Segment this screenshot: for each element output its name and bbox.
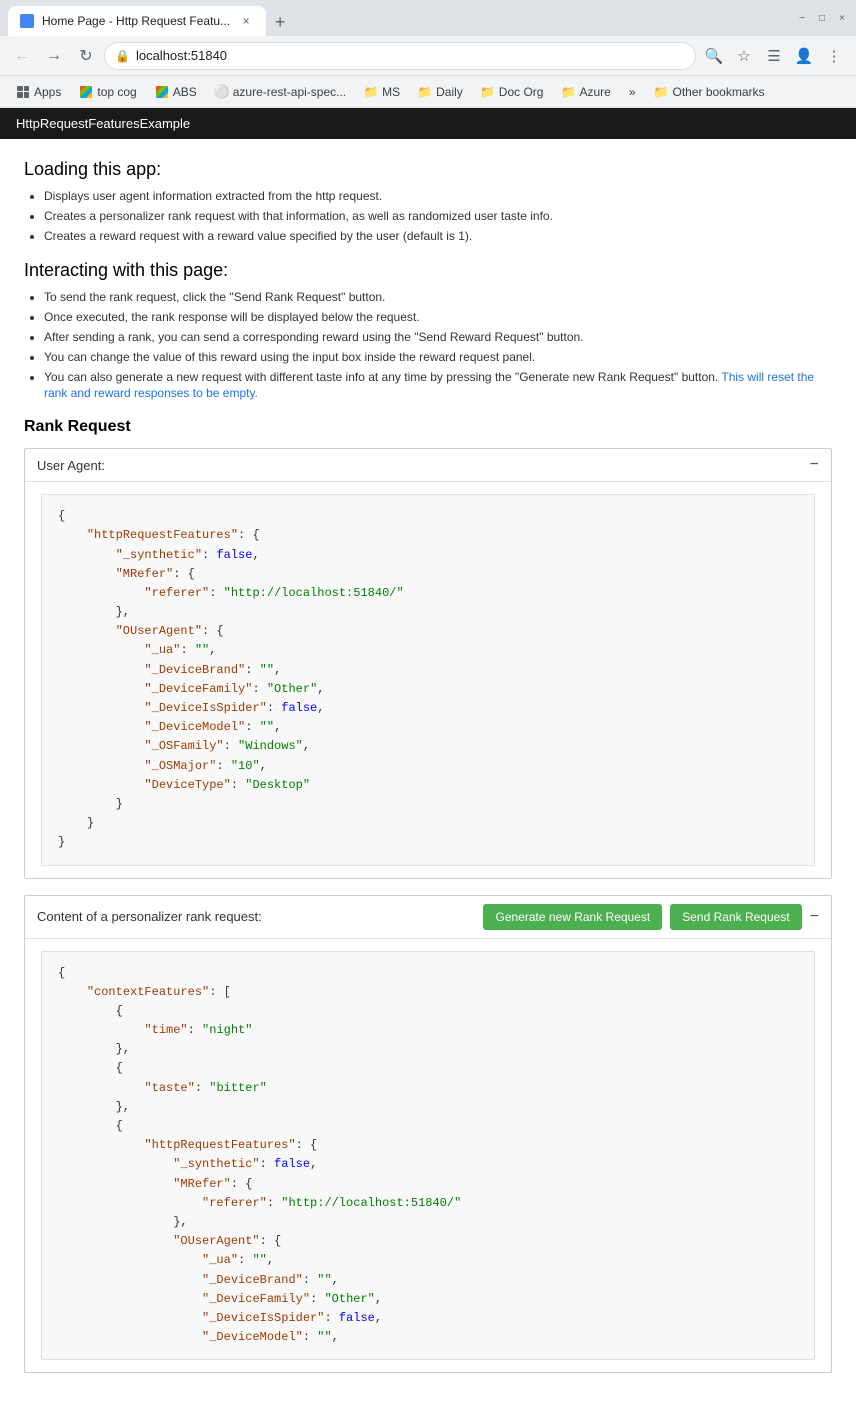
doc-org-folder-icon: 📁 [481, 85, 495, 99]
bookmark-github[interactable]: ⚪ azure-rest-api-spec... [207, 83, 354, 101]
bookmark-daily-label: Daily [436, 85, 463, 99]
daily-folder-icon: 📁 [418, 85, 432, 99]
content-label: Content of a personalizer rank request: [37, 909, 262, 924]
tab-bar: Home Page - Http Request Featu... × + [8, 0, 792, 36]
apps-grid-icon [16, 85, 30, 99]
loading-item-2: Creates a personalizer rank request with… [44, 208, 832, 225]
loading-item-1: Displays user agent information extracte… [44, 188, 832, 205]
loading-item-3: Creates a reward request with a reward v… [44, 228, 832, 245]
bookmark-azure-label: Azure [579, 85, 610, 99]
bookmark-top-cog[interactable]: top cog [71, 83, 144, 101]
maximize-btn[interactable]: □ [816, 12, 828, 24]
bookmark-apps-label: Apps [34, 85, 61, 99]
abs-icon [155, 85, 169, 99]
back-btn[interactable]: ← [8, 42, 36, 70]
forward-btn[interactable]: → [40, 42, 68, 70]
user-agent-label: User Agent: [37, 458, 105, 473]
rank-request-panel-body: { "contextFeatures": [ { "time": "night"… [25, 938, 831, 1373]
user-agent-panel-body: { "httpRequestFeatures": { "_synthetic":… [25, 481, 831, 877]
menu-btn[interactable]: ⋮ [820, 42, 848, 70]
bookmark-daily[interactable]: 📁 Daily [410, 83, 471, 101]
user-agent-code-block: { "httpRequestFeatures": { "_synthetic":… [41, 494, 815, 865]
loading-title: Loading this app: [24, 159, 832, 180]
reading-list-btn[interactable]: ☰ [760, 42, 788, 70]
panel-header-actions: Generate new Rank Request Send Rank Requ… [483, 904, 819, 930]
bookmark-other[interactable]: 📁 Other bookmarks [646, 83, 773, 101]
page-content: Loading this app: Displays user agent in… [0, 139, 856, 1409]
bookmark-abs[interactable]: ABS [147, 83, 205, 101]
bookmark-star-btn[interactable]: ☆ [730, 42, 758, 70]
reload-btn[interactable]: ↻ [72, 42, 100, 70]
tab-title: Home Page - Http Request Featu... [42, 14, 230, 28]
more-bookmarks-btn[interactable]: » [621, 83, 644, 101]
bookmark-top-cog-label: top cog [97, 85, 136, 99]
bookmark-azure[interactable]: 📁 Azure [553, 83, 618, 101]
profile-btn[interactable]: 👤 [790, 42, 818, 70]
bookmark-other-label: Other bookmarks [672, 85, 764, 99]
close-window-btn[interactable]: × [836, 12, 848, 24]
bookmark-ms-label: MS [382, 85, 400, 99]
interacting-title: Interacting with this page: [24, 260, 832, 281]
bookmarks-bar: Apps top cog ABS ⚪ azure-rest-api-spec..… [0, 76, 856, 108]
bookmark-doc-org-label: Doc Org [499, 85, 544, 99]
title-bar: Home Page - Http Request Featu... × + − … [0, 0, 856, 36]
minimize-btn[interactable]: − [796, 12, 808, 24]
interacting-list: To send the rank request, click the "Sen… [44, 289, 832, 402]
lock-icon: 🔒 [115, 49, 130, 63]
bookmark-abs-label: ABS [173, 85, 197, 99]
user-agent-panel-header[interactable]: User Agent: − [25, 449, 831, 481]
address-text: localhost:51840 [136, 48, 685, 63]
toolbar-icons: 🔍 ☆ ☰ 👤 ⋮ [700, 42, 848, 70]
send-rank-btn[interactable]: Send Rank Request [670, 904, 801, 930]
active-tab[interactable]: Home Page - Http Request Featu... × [8, 6, 266, 36]
rank-request-panel-header[interactable]: Content of a personalizer rank request: … [25, 896, 831, 938]
address-bar[interactable]: 🔒 localhost:51840 [104, 42, 696, 70]
generate-rank-btn[interactable]: Generate new Rank Request [483, 904, 662, 930]
bookmark-apps[interactable]: Apps [8, 83, 69, 101]
interacting-item-4: You can change the value of this reward … [44, 349, 832, 366]
rank-request-code-block: { "contextFeatures": [ { "time": "night"… [41, 951, 815, 1361]
toolbar: ← → ↻ 🔒 localhost:51840 🔍 ☆ ☰ 👤 ⋮ [0, 36, 856, 76]
rank-panel-collapse-btn[interactable]: − [810, 909, 819, 925]
search-icon-btn[interactable]: 🔍 [700, 42, 728, 70]
interacting-item-5: You can also generate a new request with… [44, 369, 832, 403]
page-header: HttpRequestFeaturesExample [0, 108, 856, 139]
loading-list: Displays user agent information extracte… [44, 188, 832, 244]
github-icon: ⚪ [215, 85, 229, 99]
tab-favicon [20, 14, 34, 28]
bookmark-ms[interactable]: 📁 MS [356, 83, 408, 101]
top-cog-icon [79, 85, 93, 99]
browser-frame: Home Page - Http Request Featu... × + − … [0, 0, 856, 1409]
rank-request-panel: Content of a personalizer rank request: … [24, 895, 832, 1374]
user-agent-collapse-btn[interactable]: − [810, 457, 819, 473]
bookmark-github-label: azure-rest-api-spec... [233, 85, 346, 99]
user-agent-panel: User Agent: − { "httpRequestFeatures": {… [24, 448, 832, 878]
rank-request-title: Rank Request [24, 418, 832, 436]
app-title: HttpRequestFeaturesExample [16, 116, 190, 131]
ms-folder-icon: 📁 [364, 85, 378, 99]
interacting-item-3: After sending a rank, you can send a cor… [44, 329, 832, 346]
window-controls: − □ × [796, 12, 848, 24]
bookmark-doc-org[interactable]: 📁 Doc Org [473, 83, 552, 101]
interacting-item-2: Once executed, the rank response will be… [44, 309, 832, 326]
azure-folder-icon: 📁 [561, 85, 575, 99]
tab-close-btn[interactable]: × [238, 13, 254, 29]
new-tab-btn[interactable]: + [266, 8, 294, 36]
interacting-item-1: To send the rank request, click the "Sen… [44, 289, 832, 306]
